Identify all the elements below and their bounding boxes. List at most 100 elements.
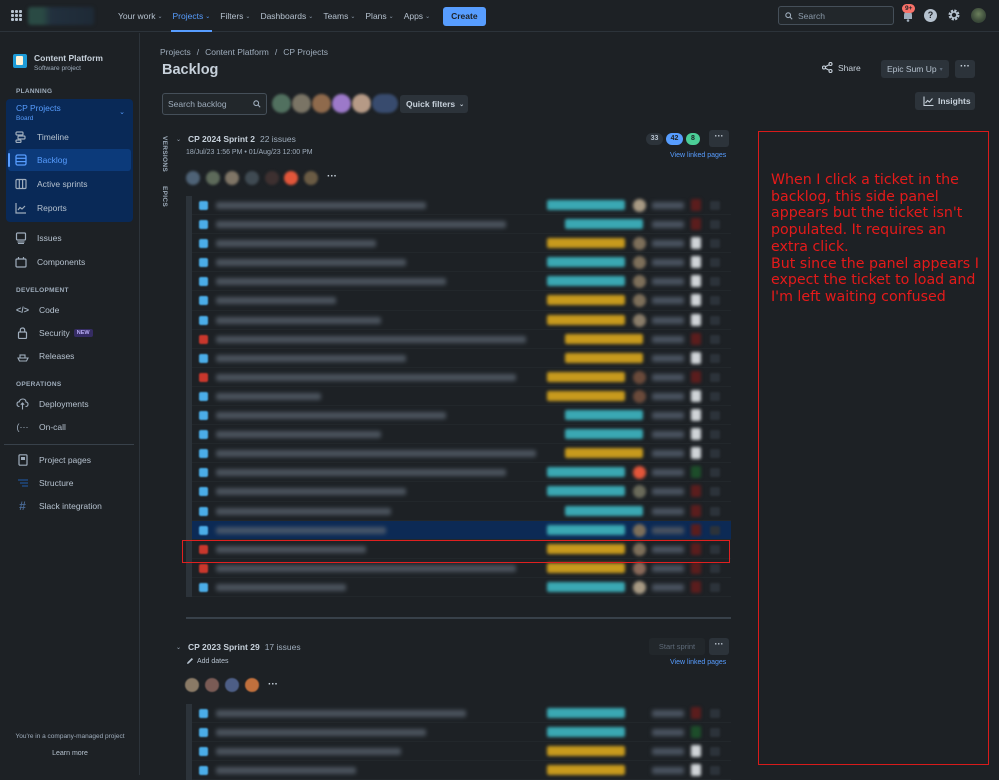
issue-actions-icon[interactable] <box>710 315 720 325</box>
assignee-avatar[interactable] <box>332 94 351 113</box>
issue-row[interactable] <box>192 577 731 597</box>
breadcrumb-cp-projects[interactable]: CP Projects <box>283 47 328 57</box>
sidebar-item-issues[interactable]: Issues <box>14 228 62 248</box>
sidebar-item-slack-integration[interactable]: # Slack integration <box>16 496 102 516</box>
create-button[interactable]: Create <box>443 6 486 26</box>
issue-row[interactable] <box>192 329 731 349</box>
sidebar-item-project-pages[interactable]: Project pages <box>16 450 91 470</box>
more-avatars-icon[interactable]: ··· <box>268 679 278 690</box>
assignee-avatar[interactable] <box>304 171 318 185</box>
issue-row[interactable] <box>192 463 731 483</box>
issue-row[interactable] <box>192 723 731 743</box>
nav-filters[interactable]: Filters ⌄ <box>215 0 255 32</box>
more-actions-button[interactable]: ··· <box>955 60 975 78</box>
issue-row[interactable] <box>192 310 731 330</box>
chevron-down-icon[interactable]: ⌄ <box>176 136 181 143</box>
nav-apps[interactable]: Apps ⌄ <box>399 0 435 32</box>
search-backlog-input[interactable]: Search backlog <box>162 93 267 115</box>
assignee-avatar[interactable] <box>205 678 219 692</box>
versions-tab[interactable]: VERSIONS <box>161 136 168 172</box>
issue-actions-icon[interactable] <box>710 372 720 382</box>
assignee-avatar[interactable] <box>292 94 311 113</box>
assignee-avatar[interactable] <box>284 171 298 185</box>
issue-row[interactable] <box>192 291 731 311</box>
help-icon[interactable]: ? <box>924 9 937 22</box>
assignee-avatar[interactable] <box>265 171 279 185</box>
issue-row[interactable] <box>192 501 731 521</box>
issue-actions-icon[interactable] <box>710 258 720 268</box>
issue-row[interactable] <box>192 539 731 559</box>
assignee-avatar[interactable] <box>225 171 239 185</box>
issue-row[interactable] <box>192 348 731 368</box>
sidebar-item-on-call[interactable]: (⋯ On-call <box>16 417 66 437</box>
issue-row[interactable] <box>192 215 731 235</box>
sprint-header[interactable]: ⌄ CP 2024 Sprint 2 22 issues <box>176 134 296 144</box>
chevron-down-icon[interactable]: ⌄ <box>176 644 181 651</box>
assignee-avatar[interactable] <box>352 94 371 113</box>
issue-row-selected[interactable] <box>192 520 731 540</box>
quick-filters-dropdown[interactable]: Quick filters ⌄ <box>400 95 468 113</box>
assignee-avatar[interactable] <box>272 94 291 113</box>
issue-row[interactable] <box>192 704 731 724</box>
start-sprint-button[interactable]: Start sprint <box>649 638 705 655</box>
nav-projects[interactable]: Projects ⌄ <box>168 0 216 32</box>
nav-your-work[interactable]: Your work ⌄ <box>113 0 168 32</box>
assignee-avatar[interactable] <box>206 171 220 185</box>
assignee-avatar[interactable] <box>186 171 200 185</box>
epic-sum-up-button[interactable]: Epic Sum Up ▾ <box>881 60 949 78</box>
issue-actions-icon[interactable] <box>710 239 720 249</box>
site-logo[interactable] <box>28 7 94 25</box>
chevron-down-icon[interactable]: ⌄ <box>119 108 125 116</box>
nav-teams[interactable]: Teams ⌄ <box>318 0 360 32</box>
sidebar-item-backlog[interactable]: Backlog <box>14 150 67 170</box>
learn-more-link[interactable]: Learn more <box>0 750 140 757</box>
project-header[interactable]: Content Platform Software project <box>13 53 103 72</box>
sidebar-item-structure[interactable]: Structure <box>16 473 74 493</box>
issue-actions-icon[interactable] <box>710 449 720 459</box>
issue-row[interactable] <box>192 234 731 254</box>
issue-row[interactable] <box>192 482 731 502</box>
issue-row[interactable] <box>192 425 731 445</box>
issue-row[interactable] <box>192 386 731 407</box>
issue-actions-icon[interactable] <box>710 582 720 592</box>
issue-actions-icon[interactable] <box>710 506 720 516</box>
sidebar-item-timeline[interactable]: Timeline <box>14 127 69 147</box>
breadcrumb-content-platform[interactable]: Content Platform <box>205 47 269 57</box>
sidebar-item-reports[interactable]: Reports <box>14 198 67 218</box>
assignee-avatar[interactable] <box>245 171 259 185</box>
assignee-avatar[interactable] <box>185 678 199 692</box>
nav-dashboards[interactable]: Dashboards ⌄ <box>255 0 318 32</box>
sprint-actions-button[interactable]: ··· <box>709 638 729 655</box>
issue-row[interactable] <box>192 272 731 292</box>
sidebar-item-components[interactable]: Components <box>14 252 85 272</box>
issue-row[interactable] <box>192 406 731 426</box>
issue-row[interactable] <box>192 761 731 780</box>
view-linked-pages-link[interactable]: View linked pages <box>670 659 726 666</box>
issue-row[interactable] <box>192 196 731 216</box>
issue-actions-icon[interactable] <box>710 220 720 230</box>
issue-actions-icon[interactable] <box>710 201 720 210</box>
issue-actions-icon[interactable] <box>710 353 720 363</box>
sidebar-item-code[interactable]: </> Code <box>16 300 59 320</box>
issue-actions-icon[interactable] <box>710 728 720 738</box>
issue-actions-icon[interactable] <box>710 468 720 478</box>
issue-actions-icon[interactable] <box>710 296 720 306</box>
insights-button[interactable]: Insights <box>915 92 975 110</box>
issue-actions-icon[interactable] <box>710 334 720 344</box>
issue-row[interactable] <box>192 367 731 387</box>
assignee-avatar[interactable] <box>225 678 239 692</box>
epics-tab[interactable]: EPICS <box>161 186 168 207</box>
app-switcher-icon[interactable] <box>11 10 22 21</box>
sidebar-item-releases[interactable]: Releases <box>16 346 74 366</box>
issue-actions-icon[interactable] <box>710 525 720 535</box>
issue-actions-icon[interactable] <box>710 487 720 497</box>
settings-gear-icon[interactable] <box>947 8 961 22</box>
assignee-avatar[interactable] <box>245 678 259 692</box>
nav-plans[interactable]: Plans ⌄ <box>360 0 398 32</box>
issue-row[interactable] <box>192 444 731 464</box>
more-assignees[interactable] <box>372 94 398 113</box>
sprint-header[interactable]: ⌄ CP 2023 Sprint 29 17 issues <box>176 642 301 652</box>
issue-actions-icon[interactable] <box>710 430 720 440</box>
issue-row[interactable] <box>192 742 731 762</box>
sidebar-item-security[interactable]: Security NEW <box>16 323 93 343</box>
